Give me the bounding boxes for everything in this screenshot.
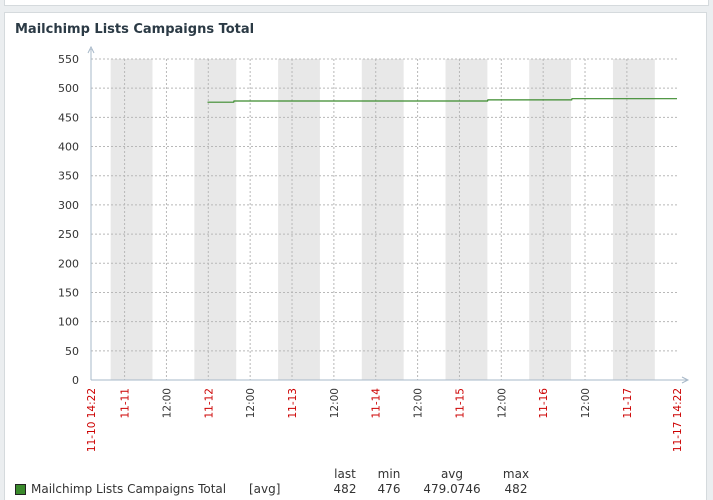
y-tick-label: 300 — [58, 199, 79, 212]
y-tick-label: 400 — [58, 141, 79, 154]
night-shade — [194, 59, 237, 380]
y-tick-label: 550 — [58, 53, 79, 66]
graph-widget: Mailchimp Lists Campaigns Total 0 50 100 15… — [4, 12, 707, 500]
x-tick-label: 11-17 — [622, 388, 634, 419]
y-tick-label: 350 — [58, 170, 79, 183]
y-tick-label: 0 — [72, 374, 79, 387]
chart-legend: Mailchimp Lists Campaigns Total [avg] la… — [15, 467, 705, 500]
legend-header-min: min — [377, 467, 401, 481]
x-tick-label: 12:00 — [580, 388, 592, 418]
night-shade — [612, 59, 655, 380]
legend-swatch — [15, 484, 26, 495]
y-tick-label: 450 — [58, 111, 79, 124]
legend-value-avg: 479.0746 — [423, 482, 481, 496]
x-tick-label: 11-11 — [120, 388, 132, 419]
y-tick-label: 100 — [58, 316, 79, 329]
y-tick-label: 150 — [58, 286, 79, 299]
legend-function: [avg] — [249, 482, 281, 496]
x-tick-label: 11-15 — [454, 388, 466, 419]
x-tick-label: 12:00 — [161, 388, 173, 418]
x-tick-label: 11-14 — [371, 388, 383, 419]
x-tick-label: 11-12 — [203, 388, 215, 419]
x-tick-label: 12:00 — [245, 388, 257, 418]
night-shade — [278, 59, 320, 380]
legend-value-max: 482 — [504, 482, 528, 496]
night-shade — [445, 59, 488, 380]
legend-value-min: 476 — [377, 482, 401, 496]
x-tick-label: 11-17 14:22 — [672, 388, 684, 452]
y-tick-label: 200 — [58, 257, 79, 270]
x-tick-label: 11-10 14:22 — [86, 388, 98, 452]
x-tick-label: 12:00 — [413, 388, 425, 418]
x-tick-label: 11-13 — [287, 388, 299, 419]
night-shade — [529, 59, 572, 380]
x-tick-label: 12:00 — [496, 388, 508, 418]
legend-header-max: max — [502, 467, 530, 481]
line-chart: 0 50 100 150 200 250 300 350 400 450 500 550 11-10 1… — [58, 45, 690, 452]
previous-widget-edge — [4, 0, 709, 6]
y-tick-label: 50 — [65, 345, 79, 358]
legend-series-name: Mailchimp Lists Campaigns Total — [31, 482, 227, 496]
night-shade — [110, 59, 153, 380]
y-tick-label: 500 — [58, 82, 79, 95]
x-tick-label: 12:00 — [329, 388, 341, 418]
x-tick-label: 11-16 — [538, 388, 550, 419]
legend-header-avg: avg — [440, 467, 464, 481]
night-shade — [361, 59, 404, 380]
y-tick-label: 250 — [58, 228, 79, 241]
